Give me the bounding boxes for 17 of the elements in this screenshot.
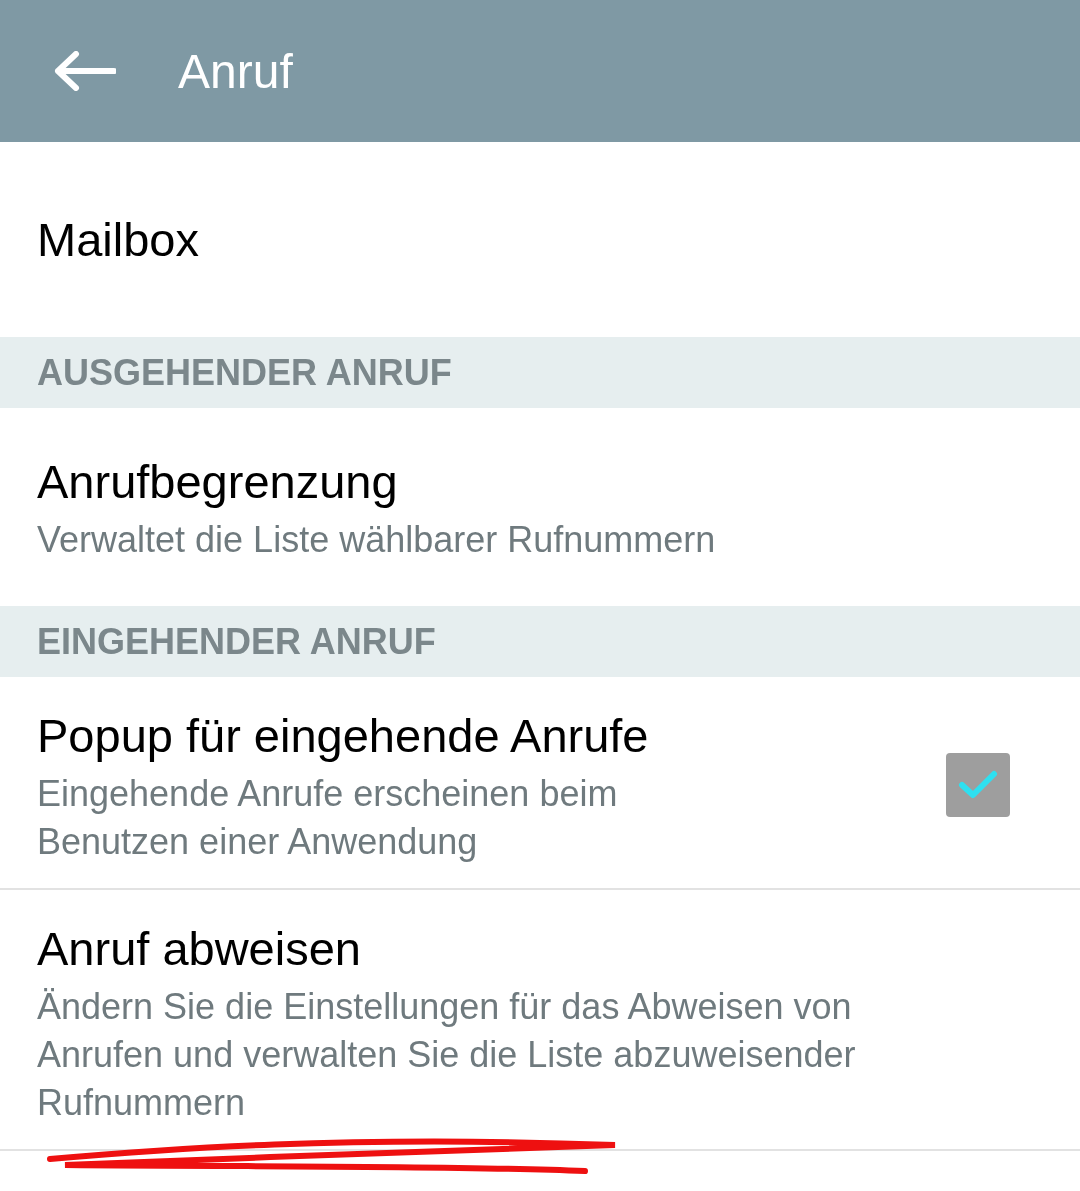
back-arrow-icon[interactable] [52,51,116,91]
checkbox[interactable] [946,753,1010,818]
screen-title: Anruf [178,43,293,99]
section-header: AUSGEHENDER ANRUF [0,337,1080,408]
section-header: EINGEHENDER ANRUF [0,606,1080,677]
item-description: Ändern Sie die Einstellungen für das Abweisen von Anrufen und verwalten Sie die Liste abzuweisender Rufnummern [37,984,857,1125]
settings-item[interactable]: Anruf abweisen Ändern Sie die Einstellungen für das Abweisen von Anrufen und verwalten Sie die Liste abzuweisender Rufnummern [0,889,1080,1151]
item-description: Eingehende Anrufe erscheinen beim Benutzen einer Anwendung [37,772,619,864]
item-description: Verwaltet die Liste wählbarer Rufnummern [37,517,717,562]
settings-item[interactable]: Mailbox [0,142,1080,337]
checkmark-icon [958,770,998,801]
settings-item[interactable]: Popup für eingehende Anrufe Eingehende Anrufe erscheinen beim Benutzen einer Anwendung [0,677,1080,890]
item-title: Anrufbegrenzung [37,453,399,510]
settings-item[interactable]: Anrufbegrenzung Verwaltet die Liste wählbarer Rufnummern [0,408,1080,606]
item-title: Mailbox [37,211,200,268]
item-title: Anruf abweisen [37,920,362,977]
item-title: Popup für eingehende Anrufe [37,708,650,764]
